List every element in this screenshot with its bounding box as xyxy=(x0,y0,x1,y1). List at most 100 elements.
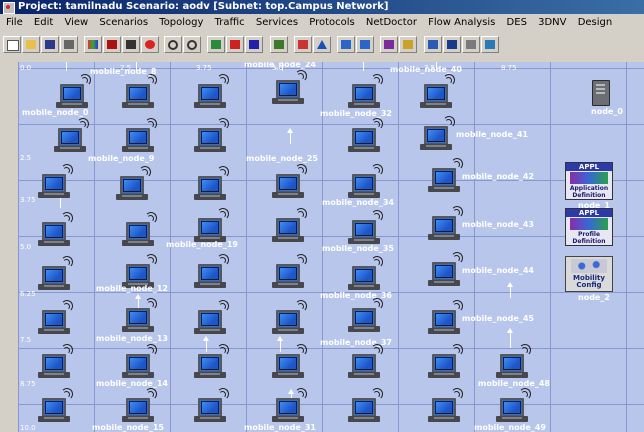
cfg-icon[interactable] xyxy=(226,36,244,53)
mobile-node-icon[interactable] xyxy=(348,298,383,334)
star-icon[interactable] xyxy=(399,36,417,53)
extra-icon[interactable] xyxy=(481,36,499,53)
mobile-node-icon[interactable] xyxy=(56,74,91,110)
node-label: mobile_node_25 xyxy=(246,154,318,163)
node-label: mobile_node_32 xyxy=(320,109,392,118)
mobile-node-icon[interactable] xyxy=(272,388,307,424)
mobile-node-icon[interactable] xyxy=(420,74,455,110)
mobile-node-icon[interactable] xyxy=(348,388,383,424)
vne-icon[interactable] xyxy=(245,36,263,53)
menu-netdoctor[interactable]: NetDoctor xyxy=(362,14,421,32)
mobile-node-icon[interactable] xyxy=(194,300,229,336)
topology-icon[interactable] xyxy=(294,36,312,53)
triangle-icon[interactable] xyxy=(313,36,331,53)
menu-topology[interactable]: Topology xyxy=(155,14,207,32)
link2-icon[interactable] xyxy=(356,36,374,53)
mobile-node-icon[interactable] xyxy=(272,164,307,200)
error-icon[interactable] xyxy=(141,36,159,53)
mobile-node-icon[interactable] xyxy=(428,300,463,336)
mobile-node-icon[interactable] xyxy=(194,388,229,424)
mobile-node-icon[interactable] xyxy=(194,254,229,290)
mobile-node-icon[interactable] xyxy=(420,116,455,152)
mobile-node-icon[interactable] xyxy=(348,164,383,200)
menu-flow-analysis[interactable]: Flow Analysis xyxy=(424,14,499,32)
palette-icon[interactable] xyxy=(84,36,102,53)
mobile-node-icon[interactable] xyxy=(272,208,307,244)
mobile-node-icon[interactable] xyxy=(122,388,157,424)
grid-icon[interactable] xyxy=(103,36,121,53)
mobile-node-icon[interactable] xyxy=(496,388,531,424)
mobile-node-icon[interactable] xyxy=(194,118,229,154)
ruler-y-label: 3.75 xyxy=(20,196,36,204)
new-icon[interactable] xyxy=(3,36,21,53)
mobile-node-icon[interactable] xyxy=(54,118,89,154)
mobile-node-icon[interactable] xyxy=(116,166,151,202)
menu-3dnv[interactable]: 3DNV xyxy=(534,14,570,32)
mobile-node-icon[interactable] xyxy=(348,344,383,380)
mobile-node-icon[interactable] xyxy=(38,256,73,292)
mobile-node-icon[interactable] xyxy=(122,344,157,380)
mobile-node-icon[interactable] xyxy=(194,74,229,110)
mobile-node-icon[interactable] xyxy=(122,212,157,248)
menu-services[interactable]: Services xyxy=(252,14,302,32)
application-definition-icon[interactable]: APPL Application Definition xyxy=(565,162,613,200)
mobile-node-icon[interactable] xyxy=(272,70,307,106)
menu-file[interactable]: File xyxy=(0,14,27,32)
mobile-node-icon[interactable] xyxy=(272,254,307,290)
menu-edit[interactable]: Edit xyxy=(30,14,57,32)
mobile-node-icon[interactable] xyxy=(38,212,73,248)
node-label: mobile_node_12 xyxy=(96,284,168,293)
trajectory-arrow xyxy=(277,336,283,352)
mobile-node-icon[interactable] xyxy=(38,388,73,424)
app-def-head: APPL xyxy=(566,163,612,171)
ace-icon[interactable] xyxy=(207,36,225,53)
mobile-node-icon[interactable] xyxy=(348,256,383,292)
mobile-node-icon[interactable] xyxy=(348,74,383,110)
mobile-node-icon[interactable] xyxy=(496,344,531,380)
profile-definition-icon[interactable]: APPL Profile Definition xyxy=(565,208,613,246)
link-icon[interactable] xyxy=(337,36,355,53)
menu-des[interactable]: DES xyxy=(503,14,531,32)
draw-icon[interactable] xyxy=(380,36,398,53)
topology-canvas[interactable]: 0.0 2.5 3.75 5.0 7.5 8.75 2.5 3.75 5.0 6… xyxy=(18,62,644,432)
mobile-node-icon[interactable] xyxy=(38,164,73,200)
mobility-config-icon[interactable]: Mobility Config xyxy=(565,256,613,292)
mobile-node-icon[interactable] xyxy=(272,344,307,380)
save-icon[interactable] xyxy=(41,36,59,53)
mobile-node-icon[interactable] xyxy=(348,210,383,246)
zoom-in-icon[interactable] xyxy=(164,36,182,53)
menu-scenarios[interactable]: Scenarios xyxy=(95,14,152,32)
trajectory-arrow xyxy=(287,128,293,144)
menu-traffic[interactable]: Traffic xyxy=(211,14,249,32)
ruler-y-label: 10.0 xyxy=(20,424,36,432)
chart-icon[interactable] xyxy=(424,36,442,53)
bar-icon[interactable] xyxy=(270,36,288,53)
menu-view[interactable]: View xyxy=(60,14,92,32)
window-icon[interactable] xyxy=(462,36,480,53)
mobile-node-icon[interactable] xyxy=(122,118,157,154)
node-label: mobile_node_8 xyxy=(90,67,157,76)
mobile-node-icon[interactable] xyxy=(38,300,73,336)
mobile-node-icon[interactable] xyxy=(122,298,157,334)
table-icon[interactable] xyxy=(443,36,461,53)
mobile-node-icon[interactable] xyxy=(428,206,463,242)
mobile-node-icon[interactable] xyxy=(428,344,463,380)
menu-protocols[interactable]: Protocols xyxy=(305,14,359,32)
menu-design[interactable]: Design xyxy=(574,14,617,32)
print-icon[interactable] xyxy=(60,36,78,53)
mobile-node-icon[interactable] xyxy=(38,344,73,380)
mobile-node-icon[interactable] xyxy=(194,166,229,202)
server-node-icon[interactable] xyxy=(592,80,610,106)
zoom-out-icon[interactable] xyxy=(183,36,201,53)
mobile-node-icon[interactable] xyxy=(122,74,157,110)
mobile-node-icon[interactable] xyxy=(272,300,307,336)
node-label: mobile_node_13 xyxy=(96,334,168,343)
mobile-node-icon[interactable] xyxy=(348,118,383,154)
mobile-node-icon[interactable] xyxy=(194,344,229,380)
mobile-node-icon[interactable] xyxy=(428,388,463,424)
mobile-node-icon[interactable] xyxy=(428,158,463,194)
open-icon[interactable] xyxy=(22,36,40,53)
node-label: mobile_node_15 xyxy=(92,423,164,432)
node-icon[interactable] xyxy=(122,36,140,53)
mobile-node-icon[interactable] xyxy=(428,252,463,288)
